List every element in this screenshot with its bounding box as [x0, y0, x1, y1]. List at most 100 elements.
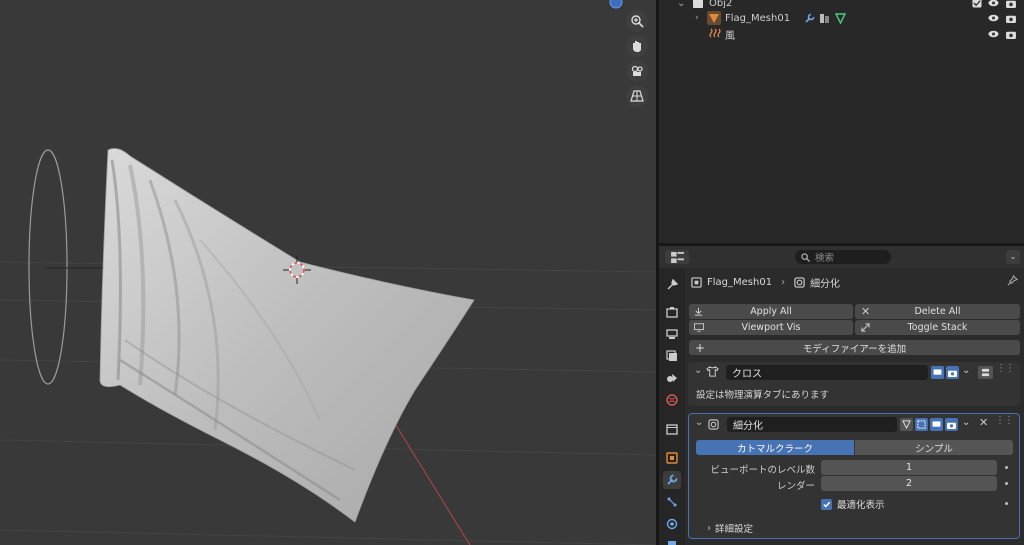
physics-settings-icon[interactable] [978, 366, 993, 379]
keyframe-dot-icon[interactable] [1005, 466, 1008, 469]
physics-icon[interactable] [819, 13, 830, 24]
chevron-down-icon[interactable]: ⌄ [677, 0, 685, 9]
chevron-down-icon[interactable]: ⌄ [695, 417, 703, 428]
cloth-modifier-note: 設定は物理演算タブにあります [696, 390, 830, 401]
checkbox-checked-icon[interactable] [821, 498, 832, 510]
modifier-tab-icon[interactable] [663, 471, 681, 489]
drag-handle-icon[interactable]: ⋮⋮ [996, 363, 1015, 374]
close-icon[interactable]: ✕ [979, 416, 988, 429]
plus-icon: + [695, 340, 706, 355]
edit-cage-icon[interactable] [900, 418, 913, 431]
viewport-scene [0, 0, 656, 545]
toggle-stack-button[interactable]: Toggle Stack [855, 320, 1020, 335]
chevron-down-icon[interactable]: ⌄ [694, 365, 702, 376]
properties-editor-icon [670, 251, 684, 263]
search-placeholder: 検索 [815, 253, 835, 264]
outliner-item-label: Obj2 [709, 0, 733, 9]
checkbox-icon[interactable] [971, 0, 982, 9]
viewport-levels-label: ビューポートのレベル数 [710, 465, 815, 476]
viewport-levels-field[interactable]: 1 [821, 460, 997, 475]
breadcrumb-separator-icon: › [781, 277, 786, 288]
breadcrumb-object: Flag_Mesh01 [707, 277, 773, 288]
camera-icon[interactable] [1005, 0, 1016, 9]
render-tab-icon[interactable] [663, 303, 681, 321]
wind-force-field [28, 149, 68, 385]
dropdown-chevron-icon[interactable]: ⌄ [962, 417, 970, 428]
subdivision-icon [708, 419, 719, 430]
pin-icon[interactable] [1007, 274, 1019, 289]
optimal-display-toggle[interactable]: 最適化表示 [821, 497, 885, 511]
delete-all-button[interactable]: ✕ Delete All [855, 304, 1020, 319]
3d-viewport[interactable] [0, 0, 656, 545]
outliner-row-wind[interactable]: 風 [659, 26, 1024, 42]
camera-view-icon[interactable] [626, 60, 648, 82]
perspective-toggle-icon[interactable] [626, 85, 648, 107]
chevron-right-icon: › [707, 522, 711, 534]
breadcrumb-modifier: 細分化 [810, 279, 841, 290]
display-viewport-icon[interactable] [930, 418, 943, 431]
physics-tab-icon[interactable] [663, 515, 681, 533]
display-viewport-icon[interactable] [931, 366, 944, 379]
subdivision-modifier-icon [794, 277, 805, 288]
eye-icon[interactable] [988, 29, 999, 40]
constraints-tab-icon[interactable] [663, 538, 681, 545]
scene-tab-icon[interactable] [663, 369, 681, 387]
outliner-row-flag-mesh[interactable]: › Flag_Mesh01 [659, 10, 1024, 26]
wrench-icon[interactable] [804, 13, 815, 24]
collection-tab-icon[interactable] [663, 420, 681, 438]
world-tab-icon[interactable] [663, 391, 681, 409]
camera-icon[interactable] [1005, 29, 1016, 40]
subdivision-modifier-panel: ⌄ 細分化 ⌄ ✕ ⋮⋮ カトマルクラーク シンプル ビューポートのレベル数 1… [688, 413, 1020, 539]
particles-tab-icon[interactable] [663, 493, 681, 511]
subdivision-modifier-name-field[interactable]: 細分化 [727, 417, 897, 432]
simple-label: シンプル [915, 443, 953, 455]
zoom-icon[interactable] [626, 10, 648, 32]
breadcrumb: Flag_Mesh01 › 細分化 [691, 275, 840, 290]
render-levels-field[interactable]: 2 [821, 476, 997, 491]
object-icon [691, 277, 702, 288]
dropdown-chevron-icon[interactable]: ⌄ [962, 365, 970, 376]
eye-icon[interactable] [988, 13, 999, 24]
edit-mode-icon[interactable] [915, 418, 928, 431]
chevron-right-icon[interactable]: › [695, 13, 699, 23]
properties-tabs [659, 268, 685, 545]
cloth-modifier-name-field[interactable]: クロス [726, 365, 928, 380]
advanced-label: 詳細設定 [715, 524, 754, 535]
pan-hand-icon[interactable] [626, 35, 648, 57]
render-levels-value: 2 [905, 478, 913, 489]
outliner-item-label: 風 [725, 30, 735, 42]
simple-tab[interactable]: シンプル [855, 440, 1013, 455]
output-tab-icon[interactable] [663, 325, 681, 343]
keyframe-dot-icon[interactable] [1005, 482, 1008, 485]
mesh-object-icon [707, 11, 721, 25]
eye-icon[interactable] [988, 0, 999, 9]
navigation-gizmo [609, 0, 623, 9]
vertex-data-icon[interactable] [834, 12, 847, 25]
add-modifier-button[interactable]: + モディファイアーを追加 [689, 340, 1020, 355]
tool-tab-icon[interactable] [663, 276, 681, 294]
search-input[interactable]: 検索 [795, 250, 891, 264]
camera-icon[interactable] [1005, 13, 1016, 24]
viewport-vis-label: Viewport Vis [741, 322, 801, 333]
apply-download-icon [694, 307, 703, 316]
object-tab-icon[interactable] [663, 449, 681, 467]
apply-all-button[interactable]: Apply All [689, 304, 853, 319]
view-layer-tab-icon[interactable] [663, 347, 681, 365]
cloth-modifier-name: クロス [732, 369, 762, 380]
delete-all-label: Delete All [914, 306, 961, 317]
catmull-clark-tab[interactable]: カトマルクラーク [696, 440, 854, 455]
options-dropdown-icon[interactable]: ⌄ [1006, 250, 1020, 264]
properties-header: 検索 ⌄ [659, 246, 1024, 268]
render-camera-icon[interactable] [946, 366, 959, 379]
keyframe-dot-icon[interactable] [1005, 502, 1008, 505]
wind-force-icon [709, 28, 721, 40]
outliner: ⌄ Obj2 › Flag_Mesh01 風 [659, 0, 1024, 243]
viewport-vis-button[interactable]: Viewport Vis [689, 320, 853, 335]
toggle-stack-label: Toggle Stack [907, 322, 968, 333]
add-modifier-label: モディファイアーを追加 [802, 343, 907, 355]
render-camera-icon[interactable] [945, 418, 958, 431]
editor-type-button[interactable] [665, 250, 689, 264]
advanced-subpanel-header[interactable]: › 詳細設定 [707, 521, 754, 536]
drag-handle-icon[interactable]: ⋮⋮ [995, 415, 1014, 426]
optimal-display-label: 最適化表示 [837, 500, 885, 511]
